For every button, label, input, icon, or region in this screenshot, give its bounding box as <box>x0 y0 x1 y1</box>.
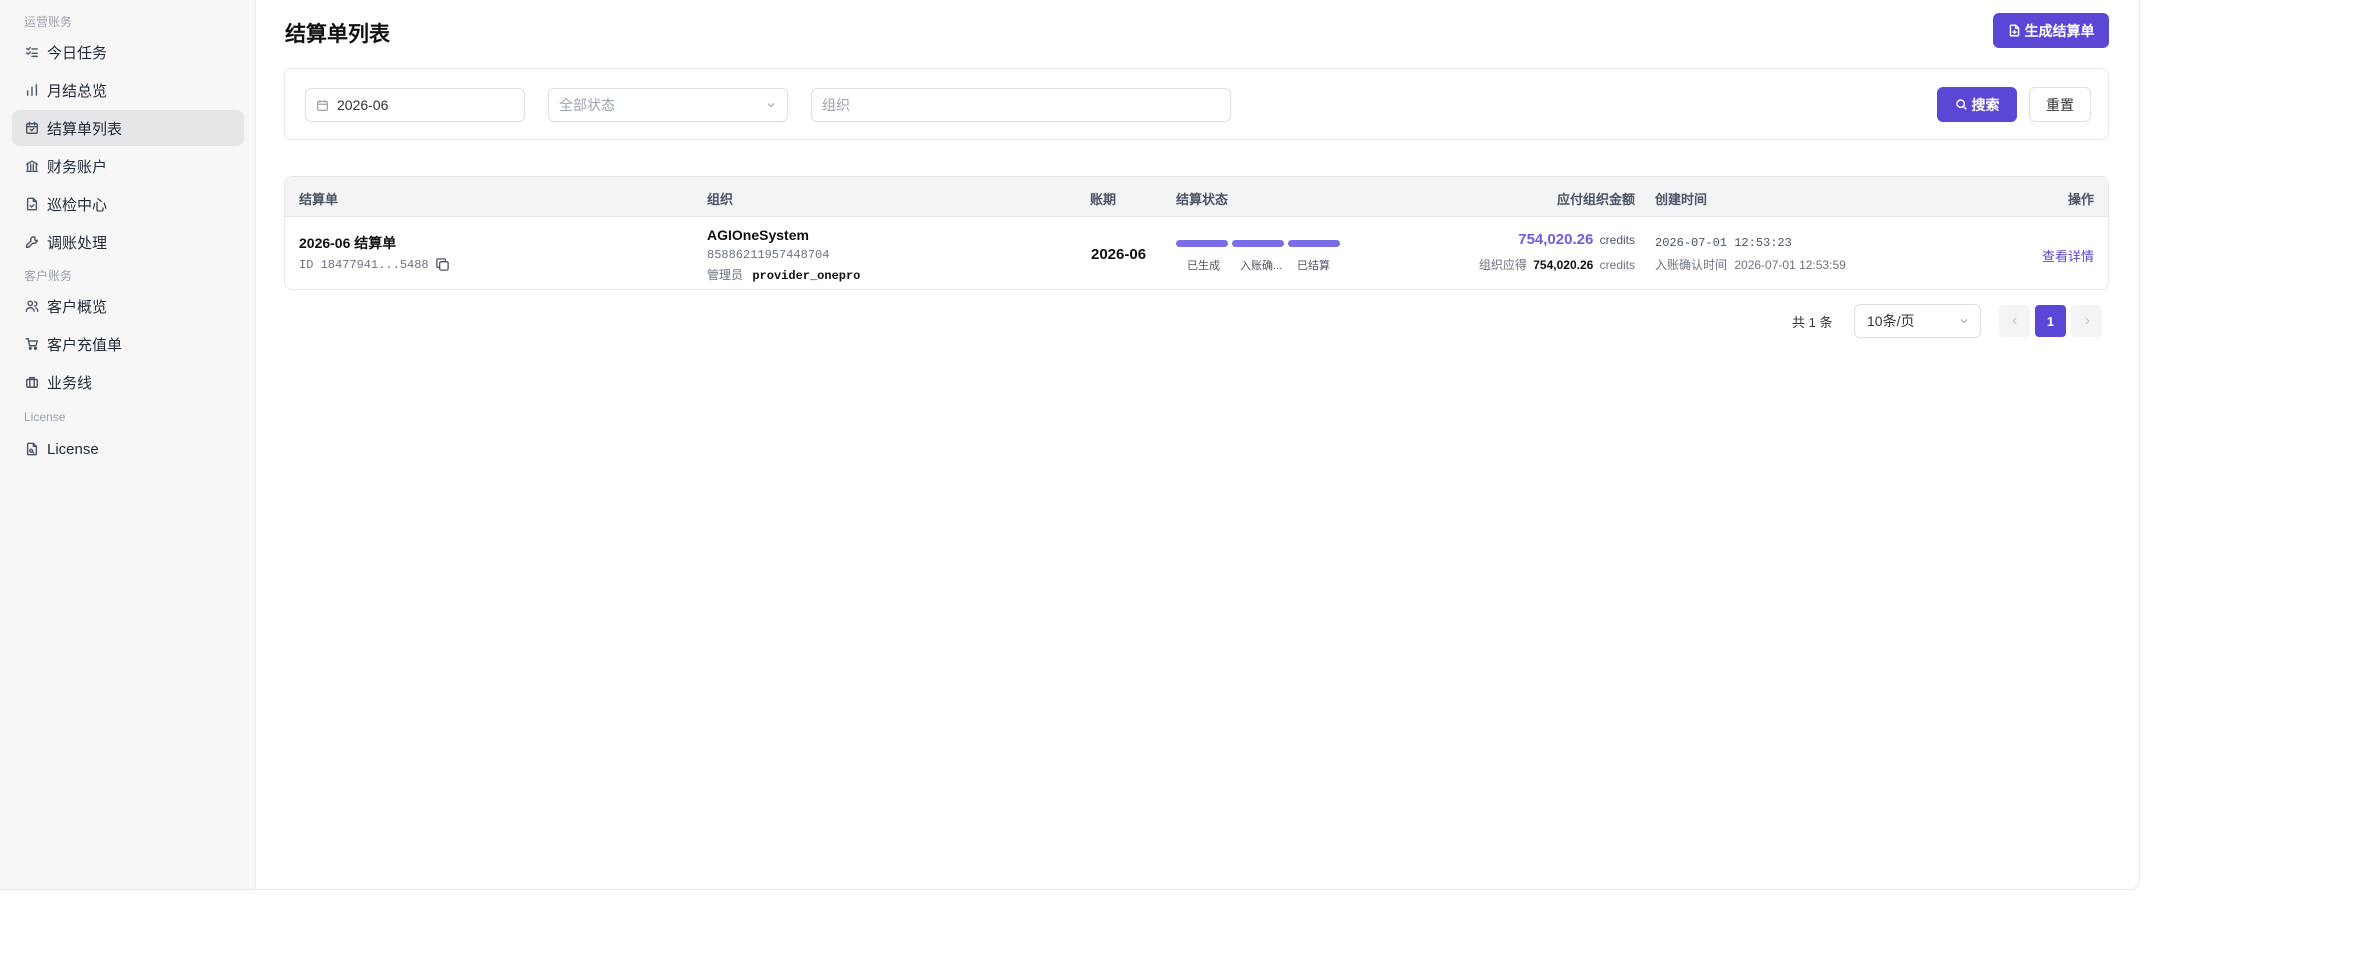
sidebar-item-label: 客户概览 <box>47 298 108 316</box>
confirm-time: 入账确认时间 2026-07-01 12:53:59 <box>1655 256 1846 273</box>
page-size-value: 10条/页 <box>1867 313 1915 329</box>
chevron-down-icon <box>767 103 775 108</box>
month-picker-value: 2026-06 <box>337 97 389 113</box>
chevron-right-icon <box>2084 317 2090 325</box>
table-header: 结算单 组织 账期 结算状态 应付组织金额 创建时间 操作 <box>285 177 2108 217</box>
calendar-icon <box>26 121 38 134</box>
org-due-unit: credits <box>1599 258 1635 272</box>
admin-value: provider_onepro <box>752 269 861 283</box>
column-header-period: 账期 <box>1090 192 1117 207</box>
next-page-button[interactable] <box>2071 305 2102 337</box>
sidebar-item-license[interactable]: License <box>12 431 244 467</box>
confirm-time-value: 2026-07-01 12:53:59 <box>1734 258 1846 272</box>
org-due-label: 组织应得 <box>1478 258 1527 272</box>
calendar-icon <box>317 99 328 111</box>
prev-page-button[interactable] <box>1999 305 2030 337</box>
generate-settlement-label: 生成结算单 <box>2024 22 2095 39</box>
sidebar-group-license: License <box>24 410 66 424</box>
payable-amount-value: 754,020.26 <box>1518 231 1594 248</box>
column-header-org: 组织 <box>707 192 734 207</box>
org-name: AGIOneSystem <box>707 227 809 243</box>
search-button[interactable]: 搜索 <box>1937 87 2017 122</box>
filter-bar: 2026-06 全部状态 组织 搜索 重置 <box>284 68 2109 140</box>
sidebar-group-customers: 客户账务 <box>24 269 73 283</box>
sidebar-item-settlement-list[interactable]: 结算单列表 <box>12 110 244 146</box>
page-1-button[interactable]: 1 <box>2035 305 2066 337</box>
sidebar-item-customer-recharge[interactable]: 客户充值单 <box>12 326 244 362</box>
created-time: 2026-07-01 12:53:23 <box>1655 236 1792 250</box>
org-input-placeholder: 组织 <box>822 97 850 113</box>
sidebar-item-label: License <box>47 440 99 458</box>
payable-amount: 754,020.26 credits <box>1518 231 1635 248</box>
sidebar-item-label: 巡检中心 <box>47 196 108 214</box>
step-bar-settled <box>1288 240 1340 247</box>
settlement-period: 2026-06 <box>1091 246 1147 263</box>
sidebar: 运营账务 今日任务 月结总览 结算单列表 财务账户 巡检中心 调账处理 客户账务 <box>0 0 256 889</box>
file-check-icon <box>26 197 38 211</box>
briefcase-icon <box>26 376 38 388</box>
chevron-down-icon <box>1960 319 1968 324</box>
settlement-title: 2026-06 结算单 <box>299 235 397 251</box>
pagination-total: 共 1 条 <box>1792 315 1833 330</box>
step-bar-confirmed <box>1232 240 1284 247</box>
org-input[interactable]: 组织 <box>811 88 1231 122</box>
file-plus-icon <box>2009 24 2019 37</box>
checklist-icon <box>26 46 38 58</box>
sidebar-item-customer-overview[interactable]: 客户概览 <box>12 288 244 324</box>
sidebar-item-label: 今日任务 <box>47 44 108 62</box>
sidebar-item-label: 结算单列表 <box>47 120 123 138</box>
search-button-label: 搜索 <box>1971 96 2000 113</box>
users-icon <box>25 300 39 312</box>
bar-chart-icon <box>26 84 38 96</box>
sidebar-item-business-lines[interactable]: 业务线 <box>12 364 244 400</box>
step-label-settled: 已结算 <box>1297 260 1330 272</box>
confirm-time-label: 入账确认时间 <box>1655 258 1728 272</box>
org-due-amount: 754,020.26 <box>1533 258 1594 272</box>
sidebar-item-today-tasks[interactable]: 今日任务 <box>12 34 244 70</box>
copy-icon[interactable] <box>435 257 450 272</box>
step-label-generated: 已生成 <box>1187 260 1220 272</box>
status-select[interactable]: 全部状态 <box>548 88 788 122</box>
settlement-table: 结算单 组织 账期 结算状态 应付组织金额 创建时间 操作 2026-06 结算… <box>284 176 2109 290</box>
sidebar-item-inspection-center[interactable]: 巡检中心 <box>12 186 244 222</box>
reset-button-label: 重置 <box>2046 96 2074 113</box>
sidebar-item-label: 财务账户 <box>47 158 108 176</box>
admin-label: 管理员 <box>707 268 744 282</box>
page-size-select[interactable]: 10条/页 <box>1854 304 1981 338</box>
step-label-confirmed: 入账确... <box>1240 260 1283 272</box>
view-details-link[interactable]: 查看详情 <box>2042 246 2094 265</box>
column-header-settlement: 结算单 <box>299 192 339 207</box>
column-header-actions: 操作 <box>2067 192 2094 207</box>
payable-amount-unit: credits <box>1599 233 1635 247</box>
sidebar-item-label: 业务线 <box>47 374 93 392</box>
license-icon <box>26 442 38 456</box>
wrench-icon <box>26 236 38 248</box>
step-bar-generated <box>1176 240 1228 247</box>
settlement-id: ID 18477941...5488 <box>299 258 429 272</box>
bank-icon <box>26 160 38 172</box>
column-header-created: 创建时间 <box>1655 192 1708 207</box>
reset-button[interactable]: 重置 <box>2029 87 2091 122</box>
sidebar-item-finance-accounts[interactable]: 财务账户 <box>12 148 244 184</box>
sidebar-item-label: 客户充值单 <box>47 336 123 354</box>
app-window: 运营账务 今日任务 月结总览 结算单列表 财务账户 巡检中心 调账处理 客户账务 <box>0 0 2140 890</box>
page-title: 结算单列表 <box>285 23 390 46</box>
org-due: 组织应得 754,020.26 credits <box>1479 256 1635 273</box>
month-picker[interactable]: 2026-06 <box>305 88 525 122</box>
search-icon <box>1955 99 1967 110</box>
column-header-status: 结算状态 <box>1176 192 1229 207</box>
column-header-amount: 应付组织金额 <box>1556 192 1635 207</box>
org-admin: 管理员 provider_onepro <box>707 266 860 283</box>
generate-settlement-button[interactable]: 生成结算单 <box>1993 13 2109 48</box>
sidebar-item-adjustments[interactable]: 调账处理 <box>12 224 244 260</box>
cart-icon <box>25 338 38 350</box>
status-select-placeholder: 全部状态 <box>559 97 615 113</box>
main-content: 结算单列表 生成结算单 2026-06 全部状态 组织 搜索 重置 结算单 组织… <box>257 0 2139 889</box>
sidebar-group-ops: 运营账务 <box>24 15 73 29</box>
chevron-left-icon <box>2011 317 2017 325</box>
sidebar-item-monthly-overview[interactable]: 月结总览 <box>12 72 244 108</box>
sidebar-item-label: 调账处理 <box>47 234 108 252</box>
org-id: 85886211957448704 <box>707 248 830 262</box>
sidebar-item-label: 月结总览 <box>47 82 108 100</box>
